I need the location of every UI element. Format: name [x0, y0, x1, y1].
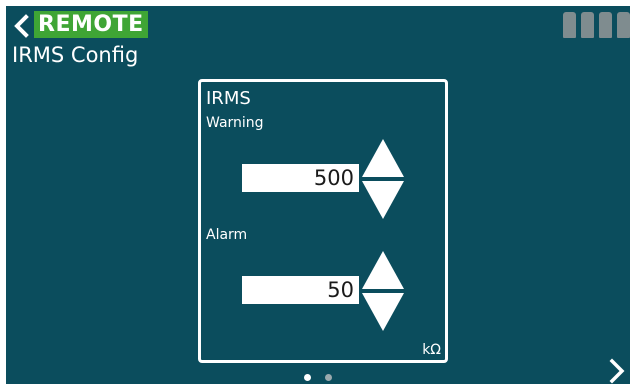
alarm-increment-button[interactable] — [361, 250, 405, 290]
page-indicator — [304, 374, 332, 381]
status-block — [581, 12, 594, 38]
triangle-down-icon — [362, 293, 404, 331]
page-title: IRMS Config — [12, 43, 139, 67]
status-block — [617, 12, 630, 38]
status-block — [599, 12, 612, 38]
panel-title: IRMS — [206, 88, 251, 109]
remote-mode-badge: REMOTE — [34, 11, 148, 38]
screen: REMOTE IRMS Config IRMS Warning 500 Alar… — [6, 6, 630, 384]
unit-label: kΩ — [422, 342, 441, 358]
chevron-right-icon — [609, 358, 625, 384]
back-button[interactable] — [10, 12, 34, 40]
triangle-up-icon — [362, 251, 404, 289]
warning-label: Warning — [206, 115, 264, 131]
warning-increment-button[interactable] — [361, 138, 405, 178]
irms-settings-panel: IRMS Warning 500 Alarm 50 kΩ — [198, 79, 448, 363]
triangle-down-icon — [362, 181, 404, 219]
status-block — [563, 12, 576, 38]
alarm-decrement-button[interactable] — [361, 292, 405, 332]
triangle-up-icon — [362, 139, 404, 177]
chevron-left-icon — [14, 14, 29, 38]
page-dot-active[interactable] — [304, 374, 311, 381]
alarm-label: Alarm — [206, 227, 248, 243]
warning-decrement-button[interactable] — [361, 180, 405, 220]
alarm-value-field[interactable]: 50 — [242, 276, 359, 304]
warning-value-field[interactable]: 500 — [242, 164, 359, 192]
next-page-button[interactable] — [606, 358, 628, 384]
page-dot[interactable] — [325, 374, 332, 381]
status-indicator-bar — [563, 12, 630, 38]
